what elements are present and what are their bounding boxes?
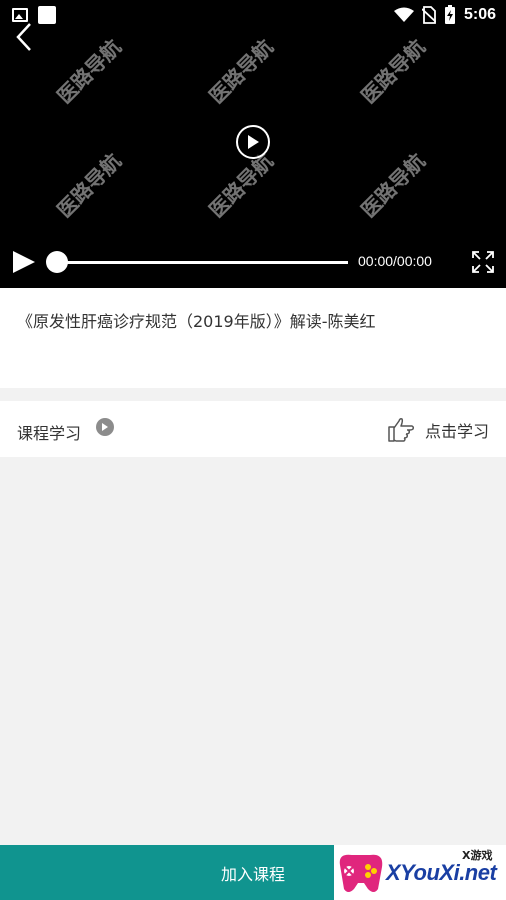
play-icon xyxy=(13,251,35,273)
progress-thumb[interactable] xyxy=(46,251,68,273)
lesson-title: 《原发性肝癌诊疗规范（2019年版）》解读-陈美红 xyxy=(17,312,376,331)
watermark-text: 医路导航 xyxy=(204,148,278,223)
fullscreen-icon xyxy=(472,251,494,273)
wifi-icon xyxy=(393,7,414,22)
battery-charging-icon xyxy=(444,5,455,24)
clock-time: 5:06 xyxy=(463,6,496,23)
video-player[interactable]: 医路导航 医路导航 医路导航 医路导航 医路导航 医路导航 5:06 00:00… xyxy=(0,0,506,288)
back-button[interactable] xyxy=(10,20,38,54)
center-play-button[interactable] xyxy=(236,125,270,159)
play-circle-icon[interactable] xyxy=(96,418,114,436)
play-button[interactable] xyxy=(12,250,36,278)
watermark-text: 医路导航 xyxy=(356,148,430,223)
click-study-button[interactable]: 点击学习 xyxy=(387,417,489,443)
watermark-text: 医路导航 xyxy=(52,148,126,223)
back-arrow-icon xyxy=(16,23,31,51)
status-bar: 5:06 xyxy=(0,0,506,30)
square-icon xyxy=(38,6,56,24)
watermark-text: 医路导航 xyxy=(52,34,126,109)
lesson-info-panel: 《原发性肝癌诊疗规范（2019年版）》解读-陈美红 xyxy=(0,288,506,388)
course-section: 课程学习 点击学习 xyxy=(0,401,506,457)
no-sim-icon xyxy=(421,6,436,24)
site-logo: X游戏 XYouXi.net xyxy=(334,845,506,900)
watermark-text: 医路导航 xyxy=(204,34,278,109)
play-icon xyxy=(248,135,259,149)
app-screen: { "status_bar": { "time": "5:06", "left_… xyxy=(0,0,506,900)
watermark-text: 医路导航 xyxy=(356,34,430,109)
course-label: 课程学习 xyxy=(17,424,82,443)
fullscreen-button[interactable] xyxy=(471,250,495,278)
logo-text: XYouXi.net xyxy=(386,860,497,885)
player-controls: 00:00/00:00 xyxy=(0,245,506,281)
click-study-label: 点击学习 xyxy=(424,422,489,441)
pointing-hand-icon xyxy=(388,418,415,442)
gamepad-logo-icon xyxy=(339,854,383,892)
progress-track[interactable] xyxy=(57,261,348,264)
time-display: 00:00/00:00 xyxy=(358,253,432,269)
